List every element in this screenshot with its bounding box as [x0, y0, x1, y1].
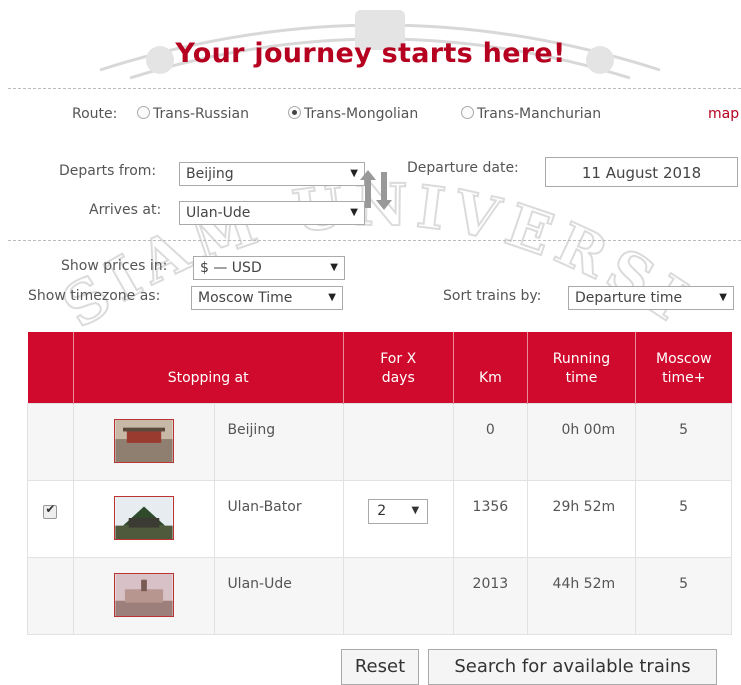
divider: [8, 240, 741, 241]
radio-icon[interactable]: [137, 106, 150, 119]
running-time-cell: 44h 52m: [526, 556, 637, 635]
running-time-cell: 29h 52m: [526, 479, 637, 558]
table-header-row: Stopping at For Xdays Km Running time Mos…: [27, 332, 732, 403]
timezone-select[interactable]: Moscow Time ▼: [191, 286, 343, 310]
days-cell: 2 ▼: [342, 479, 454, 558]
days-cell: [342, 402, 454, 481]
stops-table: Stopping at For Xdays Km Running time Mos…: [27, 332, 732, 635]
moscow-offset-cell: 5: [635, 556, 732, 635]
km-cell: 0: [452, 402, 528, 481]
row-checkbox-cell: [27, 479, 74, 558]
header-stopping-at: Stopping at: [73, 332, 344, 403]
km-cell: 2013: [452, 556, 528, 635]
dropdown-arrow-icon: ▼: [350, 168, 358, 179]
station-photo-ulan-bator: [114, 495, 175, 540]
row-checkbox-cell: [27, 556, 74, 635]
reset-button[interactable]: Reset: [341, 649, 419, 685]
station-photo-cell: [72, 479, 216, 558]
route-option-trans-russian[interactable]: Trans-Russian: [137, 106, 249, 122]
departs-label: Departs from:: [59, 163, 157, 179]
station-photo-ulan-ude: [114, 572, 175, 617]
header-for-x-days: For Xdays: [343, 332, 454, 403]
station-name: Ulan-Ude: [214, 556, 344, 635]
radio-selected-icon[interactable]: [288, 106, 301, 119]
timezone-label: Show timezone as:: [28, 288, 161, 304]
dropdown-arrow-icon: ▼: [330, 262, 338, 273]
row-checkbox-cell: [27, 402, 74, 481]
moscow-offset-cell: 5: [635, 402, 732, 481]
table-row: Beijing 0 0h 00m 5: [27, 402, 732, 481]
station-photo-cell: [72, 556, 216, 635]
moscow-offset-cell: 5: [635, 479, 732, 558]
station-name: Ulan-Bator: [214, 479, 344, 558]
dropdown-arrow-icon: ▼: [328, 292, 336, 303]
currency-select[interactable]: $ — USD ▼: [193, 256, 345, 280]
days-cell: [342, 556, 454, 635]
divider: [8, 88, 741, 89]
table-row: Ulan-Bator 2▼ 1356 29h 52m 5: [27, 479, 732, 558]
sort-label: Sort trains by:: [443, 288, 542, 304]
header-running-time: Running time: [527, 332, 637, 403]
page-title: Your journey starts here!: [175, 38, 566, 69]
running-time-cell: 0h 00m: [526, 402, 637, 481]
header-select: [27, 332, 74, 403]
station-name: Beijing: [214, 402, 344, 481]
station-photo-beijing: [114, 418, 175, 463]
prices-label: Show prices in:: [61, 258, 168, 274]
departure-date-input[interactable]: 11 August 2018: [545, 157, 738, 187]
arrives-select[interactable]: Ulan-Ude ▼: [179, 201, 365, 225]
route-option-trans-mongolian[interactable]: Trans-Mongolian: [288, 106, 418, 122]
dropdown-arrow-icon: ▼: [719, 292, 727, 303]
stop-checkbox[interactable]: [43, 502, 58, 519]
km-cell: 1356: [452, 479, 528, 558]
header-km: Km: [453, 332, 528, 403]
radio-icon[interactable]: [461, 106, 474, 119]
swap-stations-icon[interactable]: [359, 168, 393, 212]
route-option-trans-manchurian[interactable]: Trans-Manchurian: [461, 106, 601, 122]
header-moscow-time: Moscow time+: [635, 332, 732, 403]
station-photo-cell: [72, 402, 216, 481]
route-label: Route:: [72, 106, 118, 122]
dropdown-arrow-icon: ▼: [350, 207, 358, 218]
arrives-label: Arrives at:: [89, 202, 162, 218]
map-link[interactable]: map: [708, 106, 739, 122]
search-trains-button[interactable]: Search for available trains: [428, 649, 717, 685]
departs-select[interactable]: Beijing ▼: [179, 162, 365, 186]
table-row: Ulan-Ude 2013 44h 52m 5: [27, 556, 732, 635]
departure-date-label: Departure date:: [407, 160, 519, 176]
sort-select[interactable]: Departure time ▼: [568, 286, 734, 310]
days-select[interactable]: 2 ▼: [368, 498, 429, 524]
dropdown-arrow-icon: ▼: [411, 504, 420, 516]
